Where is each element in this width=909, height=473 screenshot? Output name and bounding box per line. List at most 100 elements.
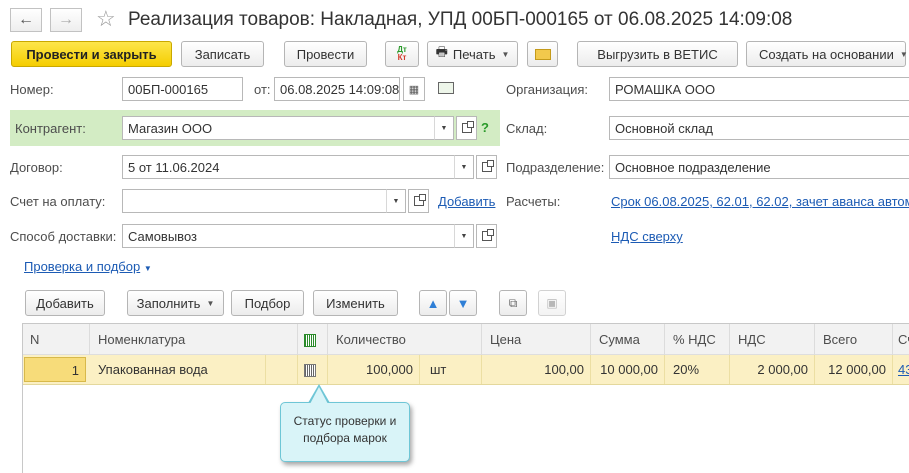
warehouse-field[interactable]: Основной склад (609, 116, 909, 140)
upload-vetis-button[interactable]: Выгрузить в ВЕТИС (577, 41, 738, 67)
fill-button[interactable]: Заполнить ▼ (127, 290, 224, 316)
delivery-open-button[interactable] (476, 224, 497, 248)
mark-status-tooltip: Статус проверки и подбора марок (280, 402, 410, 462)
invoice-dropdown[interactable]: ▼ (386, 189, 406, 213)
chevron-down-icon: ▼ (440, 124, 448, 132)
forward-button[interactable]: → (50, 8, 82, 32)
create-based-on-button[interactable]: Создать на основании ▼ (746, 41, 908, 67)
column-header-mark-status[interactable] (298, 324, 328, 355)
post-and-close-button[interactable]: Провести и закрыть (11, 41, 172, 67)
date-field[interactable]: 06.08.2025 14:09:08 (274, 77, 400, 101)
warehouse-label: Склад: (506, 121, 548, 136)
table-left-border (22, 323, 23, 473)
chevron-down-icon: ▼ (899, 49, 908, 59)
arrow-up-icon: ▲ (426, 295, 440, 311)
pick-button[interactable]: Подбор (231, 290, 304, 316)
table-row[interactable]: 1 Упакованная вода 100,000 шт 100,00 10 … (22, 355, 909, 385)
add-row-button[interactable]: Добавить (25, 290, 105, 316)
calendar-button[interactable]: ▦ (403, 77, 425, 101)
paste-icon: ▣ (546, 296, 558, 310)
delivery-label: Способ доставки: (10, 229, 117, 244)
dt-kt-icon-bottom: Кт (397, 53, 407, 62)
email-button[interactable] (527, 41, 558, 67)
chevron-down-icon: ▼ (460, 232, 468, 240)
tooltip-line-1: Статус проверки и (293, 414, 397, 428)
cell-account[interactable]: 43 (893, 355, 909, 384)
settlements-link[interactable]: Срок 06.08.2025, 62.01, 62.02, зачет ава… (611, 194, 909, 209)
open-icon (481, 160, 494, 172)
move-up-button[interactable]: ▲ (419, 290, 447, 316)
contract-dropdown[interactable]: ▼ (454, 155, 474, 179)
save-button[interactable]: Записать (181, 41, 264, 67)
paste-button[interactable]: ▣ (538, 290, 566, 316)
cell-qty[interactable]: 100,000 (328, 355, 420, 384)
document-history-icon[interactable] (438, 82, 454, 94)
open-icon (461, 121, 474, 133)
arrow-left-icon: ← (18, 11, 34, 28)
calendar-icon: ▦ (408, 83, 420, 96)
column-header-price[interactable]: Цена (482, 324, 591, 355)
contract-field[interactable]: 5 от 11.06.2024 (122, 155, 455, 179)
move-down-button[interactable]: ▼ (449, 290, 477, 316)
counterparty-label: Контрагент: (15, 121, 86, 136)
fill-label: Заполнить (136, 295, 201, 311)
copy-button[interactable]: ⧉ (499, 290, 527, 316)
column-header-account[interactable]: Сч (893, 324, 909, 355)
cell-n[interactable]: 1 (24, 357, 86, 382)
create-based-on-label: Создать на основании (759, 46, 894, 62)
delivery-field[interactable]: Самовывоз (122, 224, 455, 248)
mark-status-icon (304, 334, 316, 348)
back-button[interactable]: ← (10, 8, 42, 32)
post-button[interactable]: Провести (284, 41, 367, 67)
cell-vat-rate[interactable]: 20% (665, 355, 730, 384)
help-icon[interactable]: ? (481, 120, 489, 135)
arrow-down-icon: ▼ (456, 295, 470, 311)
print-button[interactable]: 🖶 Печать ▼ (427, 41, 518, 67)
column-header-vat-rate[interactable]: % НДС (665, 324, 730, 355)
number-field[interactable]: 00БП-000165 (122, 77, 243, 101)
cell-unit[interactable]: шт (420, 355, 482, 384)
department-field[interactable]: Основное подразделение (609, 155, 909, 179)
vat-link[interactable]: НДС сверху (611, 229, 683, 244)
envelope-icon (534, 48, 551, 60)
counterparty-open-button[interactable] (456, 116, 477, 140)
cell-item-extra (266, 355, 298, 384)
column-header-item[interactable]: Номенклатура (90, 324, 298, 355)
dt-kt-button[interactable]: Дт Кт (385, 41, 419, 67)
chevron-down-icon: ▼ (501, 49, 510, 59)
check-and-pick-group[interactable]: Проверка и подбор ▼ (24, 259, 152, 274)
column-header-total[interactable]: Всего (815, 324, 893, 355)
column-header-n[interactable]: N (22, 324, 90, 355)
arrow-right-icon: → (58, 11, 74, 28)
cell-mark-status[interactable] (298, 355, 328, 384)
delivery-dropdown[interactable]: ▼ (454, 224, 474, 248)
chevron-down-icon: ▼ (143, 264, 152, 273)
organization-label: Организация: (506, 82, 589, 97)
print-label: Печать (452, 46, 496, 62)
chevron-down-icon: ▼ (392, 197, 400, 205)
invoice-field[interactable] (122, 189, 387, 213)
tooltip-line-2: подбора марок (303, 431, 387, 445)
column-header-sum[interactable]: Сумма (591, 324, 665, 355)
counterparty-dropdown[interactable]: ▼ (434, 116, 454, 140)
change-button[interactable]: Изменить (313, 290, 398, 316)
cell-item[interactable]: Упакованная вода (90, 355, 266, 384)
chevron-down-icon: ▼ (206, 298, 215, 308)
settlements-label: Расчеты: (506, 194, 561, 209)
organization-field[interactable]: РОМАШКА ООО (609, 77, 909, 101)
contract-open-button[interactable] (476, 155, 497, 179)
chevron-down-icon: ▼ (460, 163, 468, 171)
cell-price[interactable]: 100,00 (482, 355, 591, 384)
star-icon[interactable]: ☆ (96, 6, 116, 32)
cell-vat[interactable]: 2 000,00 (730, 355, 815, 384)
column-header-vat[interactable]: НДС (730, 324, 815, 355)
cell-total[interactable]: 12 000,00 (815, 355, 893, 384)
column-header-qty[interactable]: Количество (328, 324, 482, 355)
counterparty-field[interactable]: Магазин ООО (122, 116, 435, 140)
check-and-pick-link[interactable]: Проверка и подбор (24, 259, 140, 274)
date-label: от: (254, 82, 271, 97)
add-invoice-link[interactable]: Добавить (438, 194, 495, 209)
cell-sum[interactable]: 10 000,00 (591, 355, 665, 384)
invoice-open-button[interactable] (408, 189, 429, 213)
page-title: Реализация товаров: Накладная, УПД 00БП-… (128, 9, 793, 30)
